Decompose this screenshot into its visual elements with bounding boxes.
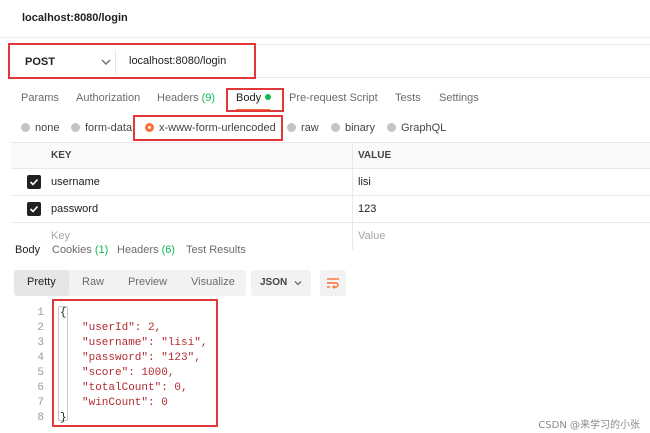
column-separator — [352, 169, 353, 195]
view-raw[interactable]: Raw — [82, 276, 104, 288]
tab-headers[interactable]: Headers (9) — [157, 92, 215, 104]
cookies-count: (1) — [94, 244, 109, 256]
response-tabs: Body Cookies (1) Headers (6) Test Result… — [0, 240, 650, 262]
row-key[interactable]: password — [51, 203, 98, 215]
response-headers-count: (6) — [161, 244, 176, 256]
row-checkbox[interactable] — [27, 175, 41, 189]
tab-test-results[interactable]: Test Results — [186, 244, 246, 256]
radio-icon — [331, 123, 340, 132]
check-icon — [29, 205, 39, 213]
tab-tests[interactable]: Tests — [395, 92, 421, 104]
line-number: 2 — [37, 322, 44, 334]
line-number: 7 — [37, 397, 44, 409]
check-icon — [29, 178, 39, 186]
view-mode-segmented: Pretty Raw Preview Visualize — [14, 270, 246, 296]
line-number: 5 — [37, 367, 44, 379]
line-number: 8 — [37, 412, 44, 424]
tab-response-body[interactable]: Body — [15, 244, 40, 256]
tab-authorization[interactable]: Authorization — [76, 92, 140, 104]
line-number: 4 — [37, 352, 44, 364]
highlight-box-response — [52, 299, 218, 427]
radio-graphql[interactable]: GraphQL — [387, 122, 446, 134]
format-select[interactable]: JSON — [251, 270, 311, 296]
watermark: CSDN @来学习的小张 — [538, 420, 640, 431]
row-key[interactable]: username — [51, 176, 100, 188]
radio-icon — [71, 123, 80, 132]
view-visualize[interactable]: Visualize — [191, 276, 235, 288]
highlight-box-request — [8, 43, 256, 79]
highlight-box-urlencoded — [133, 115, 283, 141]
radio-none[interactable]: none — [21, 122, 59, 134]
table-row: username lisi — [11, 169, 650, 196]
headers-count: (9) — [201, 92, 216, 104]
radio-icon — [21, 123, 30, 132]
line-number: 1 — [37, 307, 44, 319]
body-mode-radios: none form-data x-www-form-urlencoded raw… — [0, 118, 650, 138]
line-number: 6 — [37, 382, 44, 394]
tab-pre-request-script[interactable]: Pre-request Script — [289, 92, 378, 104]
wrap-icon — [327, 278, 339, 289]
tab-title[interactable]: localhost:8080/login — [22, 12, 128, 24]
column-separator — [352, 143, 353, 168]
title-bar: localhost:8080/login — [0, 0, 650, 38]
format-label: JSON — [260, 277, 288, 288]
column-separator — [352, 196, 353, 222]
radio-icon — [287, 123, 296, 132]
tab-params[interactable]: Params — [21, 92, 59, 104]
response-toolbar: Pretty Raw Preview Visualize JSON — [14, 270, 346, 296]
line-number: 3 — [37, 337, 44, 349]
table-header: KEY VALUE — [11, 142, 650, 169]
radio-binary[interactable]: binary — [331, 122, 375, 134]
radio-form-data[interactable]: form-data — [71, 122, 132, 134]
chevron-down-icon — [294, 281, 302, 286]
tab-cookies[interactable]: Cookies (1) — [52, 244, 108, 256]
row-checkbox[interactable] — [27, 202, 41, 216]
wrap-lines-button[interactable] — [320, 270, 346, 296]
view-pretty[interactable]: Pretty — [27, 276, 56, 288]
view-preview[interactable]: Preview — [128, 276, 167, 288]
tab-response-headers[interactable]: Headers (6) — [117, 244, 175, 256]
tab-settings[interactable]: Settings — [439, 92, 479, 104]
column-header-key: KEY — [51, 150, 72, 161]
row-value[interactable]: lisi — [358, 176, 371, 188]
column-header-value: VALUE — [358, 150, 392, 161]
row-value[interactable]: 123 — [358, 203, 376, 215]
request-tabs: Params Authorization Headers (9) Body Pr… — [0, 86, 650, 114]
table-row: password 123 — [11, 196, 650, 223]
radio-raw[interactable]: raw — [287, 122, 319, 134]
radio-icon — [387, 123, 396, 132]
highlight-box-body-tab — [226, 88, 284, 112]
